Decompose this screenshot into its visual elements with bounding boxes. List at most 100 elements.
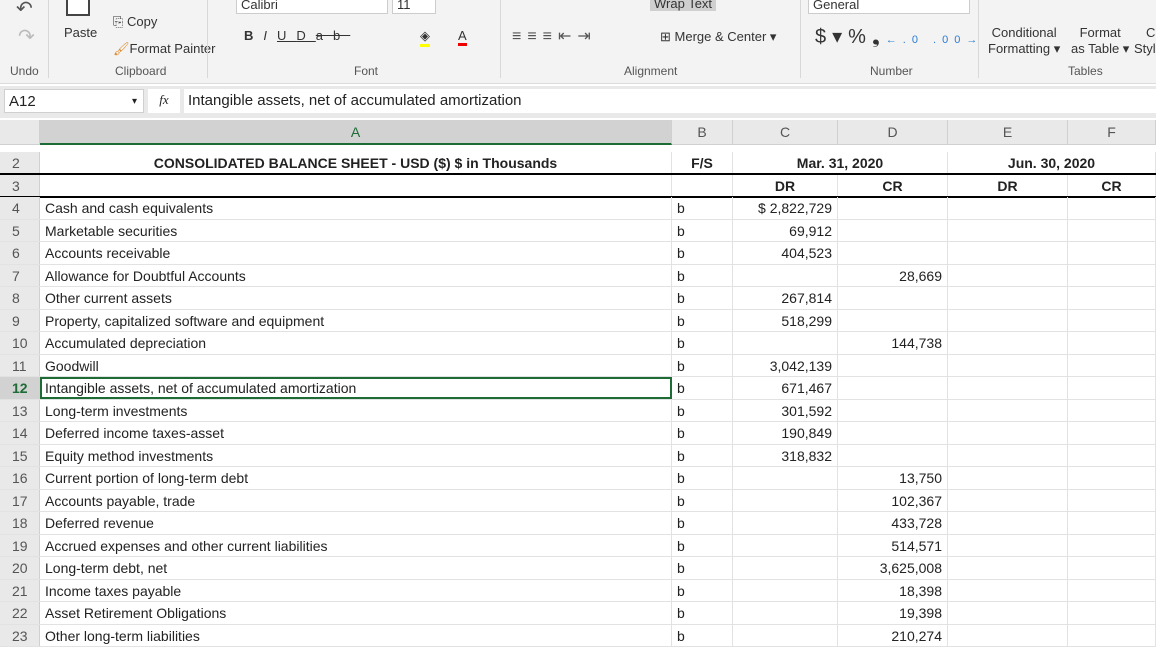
row-number[interactable]: 13 [0, 399, 40, 421]
column-header-c[interactable]: C [733, 120, 838, 145]
align-icons[interactable]: ≡≡≡⇤⇥ [512, 26, 597, 46]
cell-fs[interactable]: b [672, 534, 733, 556]
cell-jun-cr[interactable] [1068, 602, 1156, 624]
cell-mar-cr[interactable]: 144,738 [838, 332, 948, 354]
format-painter-button[interactable]: 🖌Format Painter [113, 41, 216, 57]
cell-fs[interactable]: b [672, 557, 733, 579]
cell-mar-cr[interactable] [838, 444, 948, 466]
cell-jun-dr[interactable] [948, 197, 1068, 219]
cell-mar-cr[interactable] [838, 197, 948, 219]
cell-mar-dr[interactable]: 190,849 [733, 422, 838, 444]
cell-jun-dr[interactable] [948, 264, 1068, 286]
cell-jun-dr[interactable] [948, 377, 1068, 399]
cell-fs[interactable]: b [672, 219, 733, 241]
cell-account[interactable]: Asset Retirement Obligations [40, 602, 672, 624]
name-box[interactable]: A12 ▾ [4, 89, 144, 113]
cell-jun-dr[interactable] [948, 444, 1068, 466]
cell-jun-dr[interactable] [948, 309, 1068, 331]
cell-mar-dr[interactable] [733, 489, 838, 511]
cell-jun-cr[interactable] [1068, 219, 1156, 241]
cell-mar-cr[interactable] [838, 377, 948, 399]
row-number[interactable]: 18 [0, 512, 40, 534]
row-number[interactable]: 23 [0, 624, 40, 646]
cell-jun-cr[interactable] [1068, 354, 1156, 376]
date1-header[interactable]: Mar. 31, 2020 [733, 152, 948, 173]
cell-fs[interactable]: b [672, 444, 733, 466]
cell-mar-dr[interactable]: 301,592 [733, 399, 838, 421]
cell-jun-dr[interactable] [948, 602, 1068, 624]
cell-jun-cr[interactable] [1068, 377, 1156, 399]
cell-fs[interactable]: b [672, 399, 733, 421]
cell-jun-cr[interactable] [1068, 422, 1156, 444]
cell-account[interactable]: Other current assets [40, 287, 672, 309]
cell-account[interactable]: Goodwill [40, 354, 672, 376]
cell-styles-button[interactable]: C Styl [1134, 25, 1156, 57]
cell-mar-dr[interactable]: 3,042,139 [733, 354, 838, 376]
cell-jun-cr[interactable] [1068, 264, 1156, 286]
cell-mar-dr[interactable]: 69,912 [733, 219, 838, 241]
cell-jun-dr[interactable] [948, 399, 1068, 421]
column-header-a[interactable]: A [40, 120, 672, 145]
cell-jun-cr[interactable] [1068, 579, 1156, 601]
cell-mar-cr[interactable]: 28,669 [838, 264, 948, 286]
cell-fs[interactable]: b [672, 422, 733, 444]
cell-account[interactable]: Accumulated depreciation [40, 332, 672, 354]
cell-fs[interactable]: b [672, 332, 733, 354]
sheet-title[interactable]: CONSOLIDATED BALANCE SHEET - USD ($) $ i… [40, 152, 672, 173]
dr-header-1[interactable]: DR [733, 175, 838, 196]
cell-jun-dr[interactable] [948, 422, 1068, 444]
cell-account[interactable]: Long-term investments [40, 399, 672, 421]
cell-fs[interactable]: b [672, 602, 733, 624]
fill-color-icon[interactable]: ◈ [420, 28, 430, 47]
cell-jun-cr[interactable] [1068, 467, 1156, 489]
cell-fs[interactable]: b [672, 624, 733, 646]
cell-mar-dr[interactable] [733, 467, 838, 489]
cell-fs[interactable]: b [672, 354, 733, 376]
cell-account[interactable]: Allowance for Doubtful Accounts [40, 264, 672, 286]
row-number[interactable]: 20 [0, 557, 40, 579]
cell[interactable] [672, 175, 733, 196]
row-number[interactable]: 3 [0, 175, 40, 196]
cell-jun-dr[interactable] [948, 624, 1068, 646]
cell-mar-dr[interactable]: 671,467 [733, 377, 838, 399]
cell-mar-cr[interactable]: 514,571 [838, 534, 948, 556]
row-number[interactable]: 7 [0, 264, 40, 286]
cell-fs[interactable]: b [672, 467, 733, 489]
cell-mar-cr[interactable] [838, 287, 948, 309]
cell-mar-cr[interactable]: 13,750 [838, 467, 948, 489]
cell-jun-cr[interactable] [1068, 287, 1156, 309]
cell-mar-cr[interactable] [838, 399, 948, 421]
cell-account[interactable]: Income taxes payable [40, 579, 672, 601]
cell-mar-dr[interactable] [733, 579, 838, 601]
cell-fs[interactable]: b [672, 377, 733, 399]
cell-mar-cr[interactable]: 18,398 [838, 579, 948, 601]
cell-mar-cr[interactable]: 102,367 [838, 489, 948, 511]
number-format-select[interactable]: General [808, 0, 970, 14]
cell-jun-cr[interactable] [1068, 534, 1156, 556]
row-number[interactable]: 17 [0, 489, 40, 511]
fs-header[interactable]: F/S [672, 152, 733, 173]
cell-account[interactable]: Current portion of long-term debt [40, 467, 672, 489]
cell-mar-cr[interactable]: 210,274 [838, 624, 948, 646]
cell-mar-cr[interactable]: 19,398 [838, 602, 948, 624]
cell-account[interactable]: Property, capitalized software and equip… [40, 309, 672, 331]
date2-header[interactable]: Jun. 30, 2020 [948, 152, 1156, 173]
cell[interactable] [40, 175, 672, 196]
row-number[interactable]: 4 [0, 197, 40, 219]
column-header-b[interactable]: B [672, 120, 733, 145]
cell-jun-cr[interactable] [1068, 489, 1156, 511]
formula-input[interactable]: Intangible assets, net of accumulated am… [184, 89, 1156, 113]
dr-header-2[interactable]: DR [948, 175, 1068, 196]
cell-mar-dr[interactable] [733, 557, 838, 579]
cell-jun-cr[interactable] [1068, 242, 1156, 264]
cell-jun-cr[interactable] [1068, 557, 1156, 579]
row-number[interactable]: 11 [0, 354, 40, 376]
redo-icon[interactable]: ↷ [18, 24, 35, 49]
font-format-buttons[interactable]: BIUDab [244, 28, 350, 43]
row-number[interactable]: 19 [0, 534, 40, 556]
row-number[interactable]: 6 [0, 242, 40, 264]
cell-jun-dr[interactable] [948, 332, 1068, 354]
cell-mar-dr[interactable] [733, 264, 838, 286]
row-number[interactable]: 21 [0, 579, 40, 601]
cell-mar-dr[interactable] [733, 332, 838, 354]
